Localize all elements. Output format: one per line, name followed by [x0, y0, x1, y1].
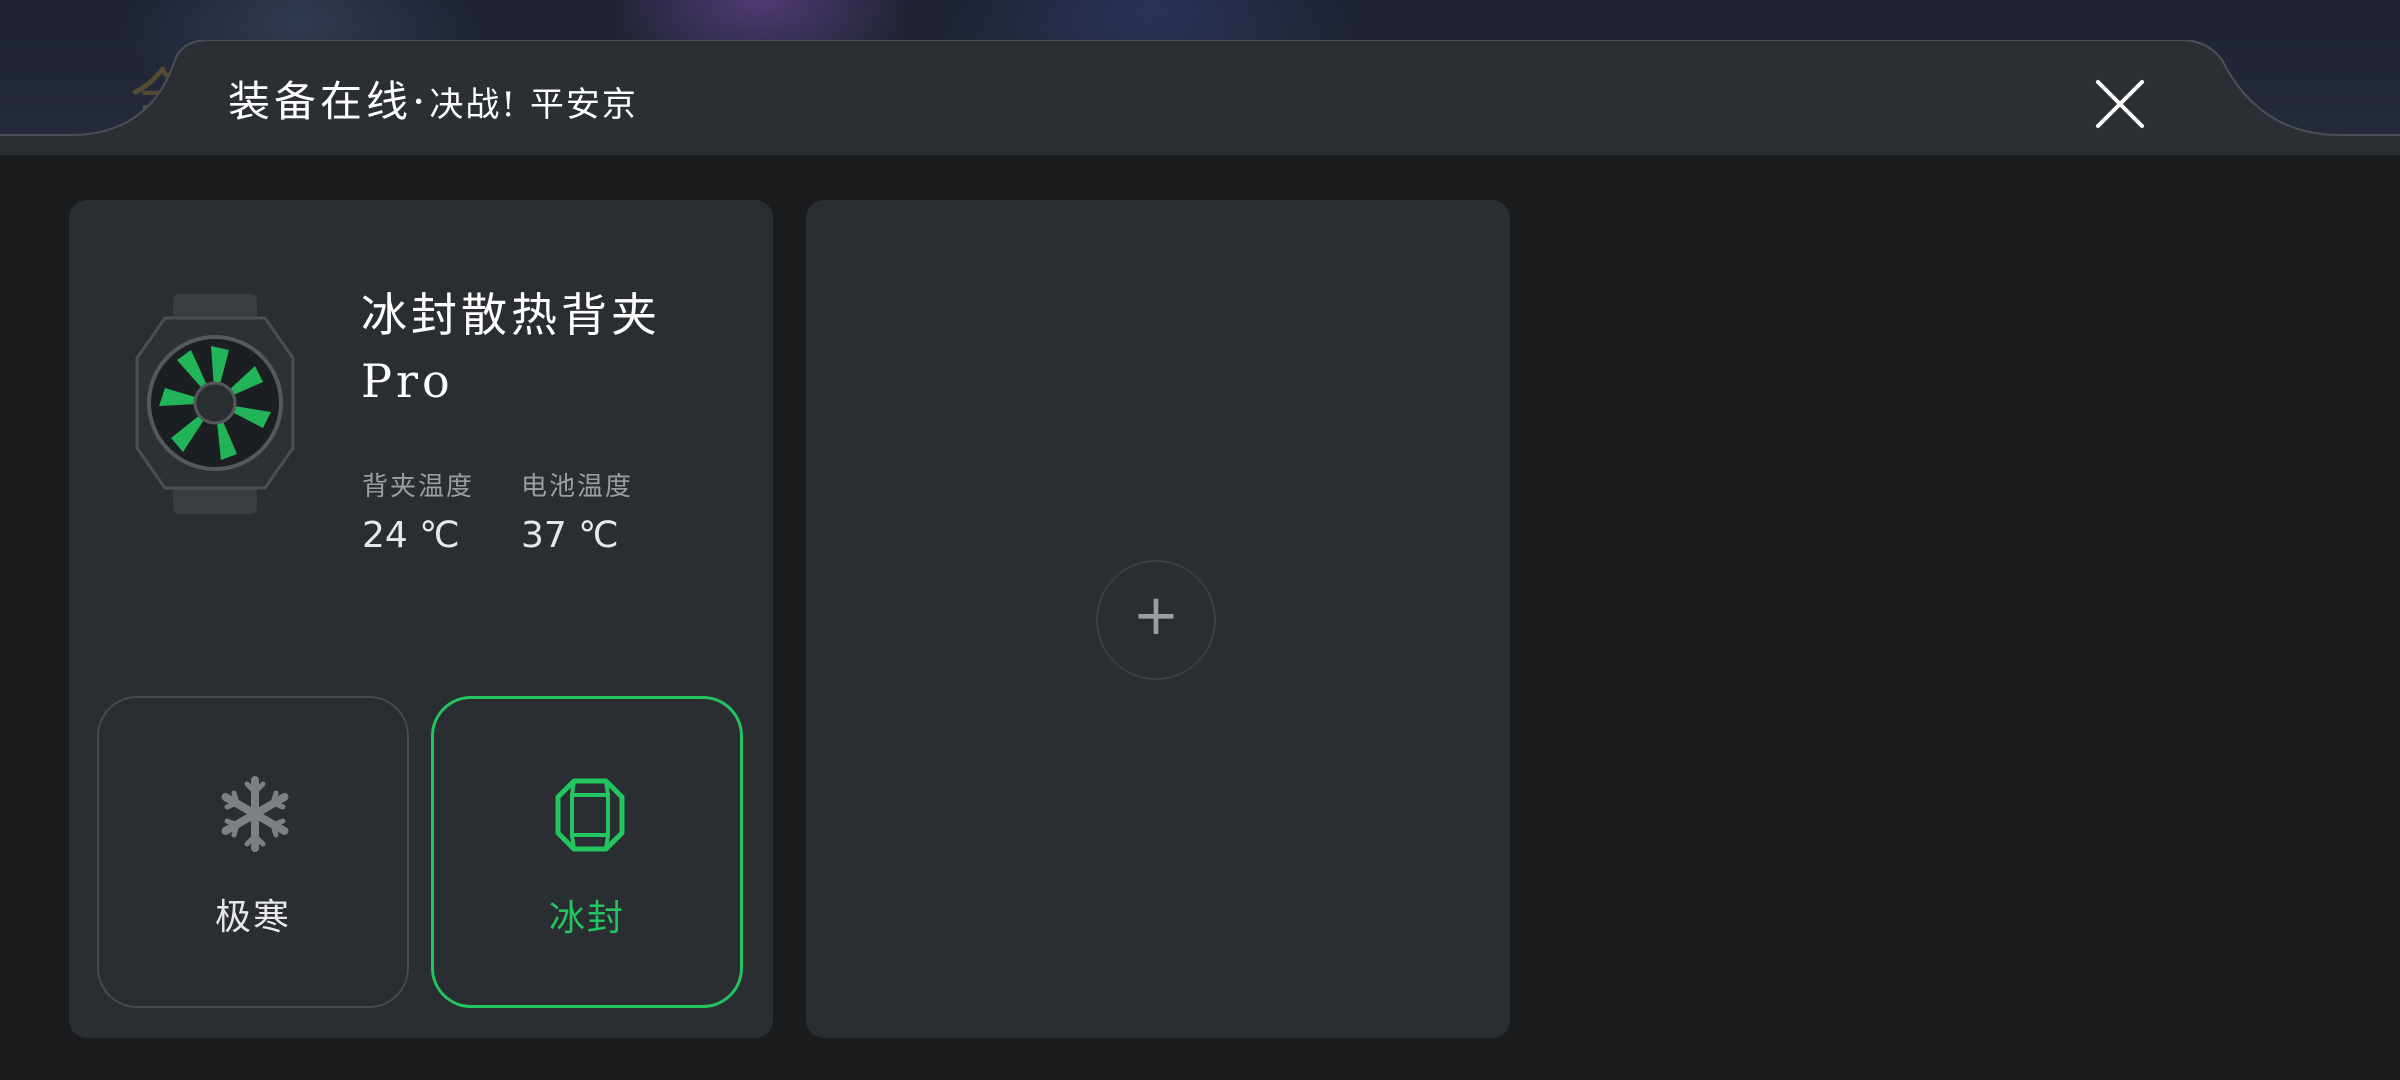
close-icon — [2096, 80, 2144, 128]
snowflake-icon — [221, 776, 289, 852]
stat-label: 背夹温度 — [362, 472, 475, 502]
stat-value: 37 ℃ — [521, 515, 619, 556]
title-main: 装备在线 — [228, 77, 413, 126]
page-title: 装备在线·决战! 平安京 — [228, 68, 638, 129]
add-device-button[interactable]: + — [1096, 560, 1216, 680]
title-game-name: 决战! 平安京 — [429, 85, 638, 125]
device-name: 冰封散热背夹Pro — [361, 288, 661, 408]
stat-battery-temperature: 电池温度 37 ℃ — [521, 466, 633, 556]
mode-label: 冰封 — [548, 898, 625, 939]
stat-clip-temperature: 背夹温度 24 ℃ — [362, 466, 474, 556]
plus-icon: + — [1132, 583, 1180, 648]
close-button[interactable] — [2088, 72, 2152, 136]
add-device-card: + — [806, 200, 1510, 1038]
stat-label: 电池温度 — [521, 472, 634, 502]
mode-extreme-cold-button[interactable]: 极寒 — [97, 696, 409, 1008]
octagon-frame-icon — [555, 778, 625, 852]
title-separator: · — [412, 77, 430, 126]
stat-value: 24 ℃ — [362, 515, 460, 556]
mode-label: 极寒 — [214, 897, 291, 938]
mode-frozen-button[interactable]: 冰封 — [431, 696, 743, 1008]
device-card: 冰封散热背夹Pro 背夹温度 24 ℃ 电池温度 37 ℃ 极寒 冰封 — [69, 200, 773, 1038]
cooling-fan-clip-image — [125, 288, 305, 518]
